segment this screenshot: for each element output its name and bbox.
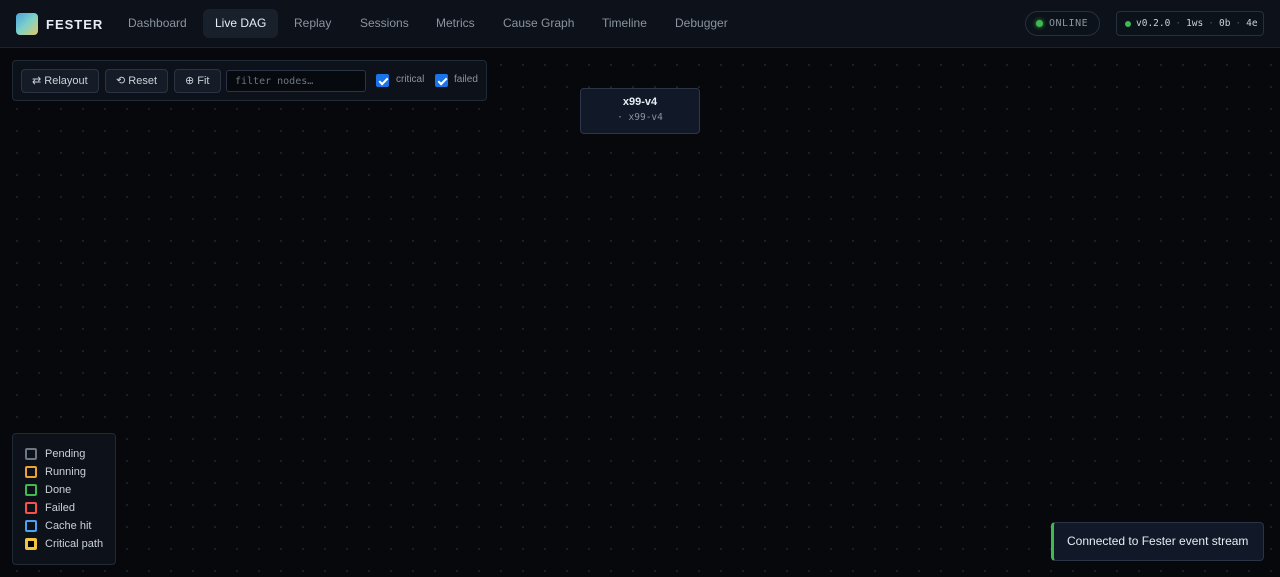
cache-hit-swatch-icon (25, 520, 37, 532)
legend-label: Critical path (45, 538, 104, 550)
done-swatch-icon (25, 484, 37, 496)
nav-timeline[interactable]: Timeline (590, 9, 659, 38)
events-count: 4e (1246, 18, 1258, 29)
failed-swatch-icon (25, 502, 37, 514)
legend-label: Running (45, 466, 86, 478)
node-subtitle: · x99-v4 (617, 112, 663, 123)
nav-debugger[interactable]: Debugger (663, 9, 740, 38)
critical-path-swatch-icon (25, 538, 37, 550)
legend-label: Pending (45, 448, 86, 460)
top-navbar: FESTER Dashboard Live DAG Replay Session… (0, 0, 1280, 48)
nav-cause-graph[interactable]: Cause Graph (491, 9, 586, 38)
legend-item-cache-hit: Cache hit (25, 517, 115, 535)
meta-separator: · (1235, 18, 1242, 29)
nav-live-dag[interactable]: Live DAG (203, 9, 279, 38)
dag-toolbar: ⇄ Relayout ⟲ Reset ⊕ Fit critical failed (12, 60, 487, 101)
runtime-meta-badge: v0.2.0 · 1ws · 0b · 4e (1116, 11, 1264, 36)
legend-item-pending: Pending (25, 445, 115, 463)
running-swatch-icon (25, 466, 37, 478)
relayout-button[interactable]: ⇄ Relayout (21, 69, 99, 93)
dag-node[interactable]: x99-v4 · x99-v4 (580, 88, 700, 134)
status-legend: Pending Running Done Failed Cache hit Cr… (12, 433, 116, 565)
nav-dashboard[interactable]: Dashboard (116, 9, 199, 38)
meta-status-dot-icon (1125, 20, 1131, 27)
critical-checkbox[interactable] (376, 74, 389, 87)
connection-toast: Connected to Fester event stream (1051, 522, 1264, 561)
workspaces-count: 1ws (1186, 18, 1204, 29)
filter-nodes-input[interactable] (226, 70, 366, 92)
pending-swatch-icon (25, 448, 37, 460)
failed-checkbox-label: failed (454, 74, 478, 85)
nav-metrics[interactable]: Metrics (424, 9, 487, 38)
status-label: ONLINE (1049, 18, 1089, 29)
legend-item-done: Done (25, 481, 115, 499)
meta-separator: · (1208, 18, 1214, 29)
legend-item-running: Running (25, 463, 115, 481)
nav-replay[interactable]: Replay (282, 9, 343, 38)
legend-label: Cache hit (45, 520, 92, 532)
fit-button[interactable]: ⊕ Fit (174, 69, 221, 93)
legend-label: Failed (45, 502, 75, 514)
nav-sessions[interactable]: Sessions (348, 9, 421, 38)
bytes-count: 0b (1218, 18, 1231, 29)
brand[interactable]: FESTER (16, 13, 103, 35)
app-name: FESTER (46, 16, 104, 32)
reset-button[interactable]: ⟲ Reset (105, 69, 169, 93)
failed-checkbox[interactable] (435, 74, 448, 87)
critical-checkbox-label: critical (396, 74, 425, 85)
meta-separator: · (1175, 18, 1182, 29)
fester-logo-icon (16, 13, 38, 35)
legend-item-failed: Failed (25, 499, 115, 517)
node-title: x99-v4 (622, 96, 658, 108)
legend-label: Done (45, 484, 72, 496)
connection-status-badge: ONLINE (1025, 11, 1100, 36)
legend-item-critical-path: Critical path (25, 535, 115, 553)
version-label: v0.2.0 (1136, 18, 1171, 29)
status-dot-icon (1036, 20, 1043, 27)
